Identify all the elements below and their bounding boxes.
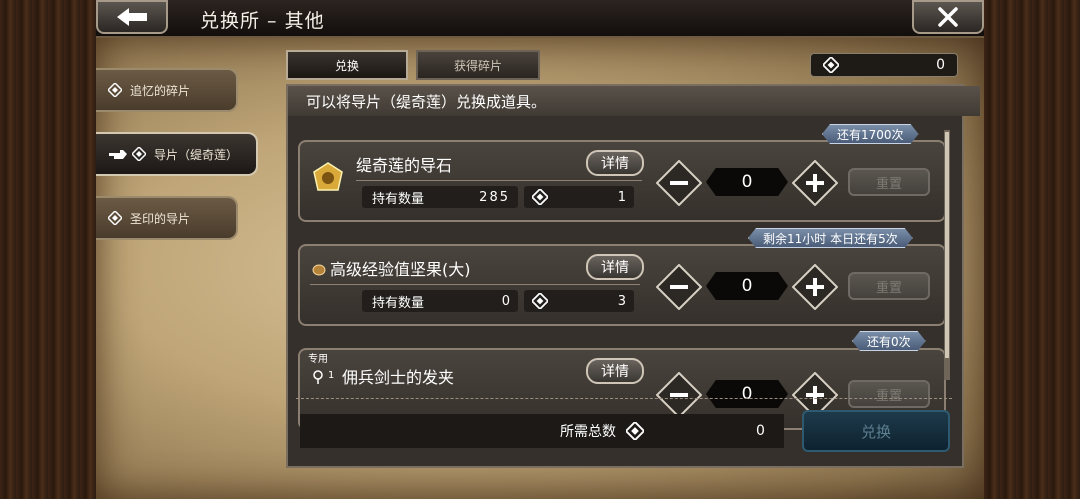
- reset-button[interactable]: 重置: [848, 380, 930, 408]
- divider: [310, 284, 640, 285]
- diamond-icon: [626, 422, 644, 440]
- held-value: 285: [479, 189, 510, 205]
- divider: [296, 398, 952, 399]
- exchange-button[interactable]: 兑换: [802, 410, 950, 452]
- list-item: 高级经验值坚果(大) 详情 持有数量 0 3 0 重置: [298, 244, 946, 326]
- minus-icon[interactable]: [656, 372, 702, 418]
- divider: [356, 180, 642, 181]
- scrollbar-thumb[interactable]: [945, 132, 949, 358]
- rank-value: 1: [328, 370, 335, 381]
- sidebar-item-label: 导片（缇奇莲）: [154, 147, 239, 162]
- limit-badge: 还有0次: [852, 331, 926, 351]
- detail-button[interactable]: 详情: [586, 254, 644, 280]
- sidebar-item-label: 圣印的导片: [130, 211, 191, 226]
- item-name: 佣兵剑士的发夹: [342, 368, 455, 387]
- diamond-icon: [532, 189, 548, 205]
- page-title: 兑换所 – 其他: [200, 10, 325, 32]
- held-count: 持有数量 0: [362, 290, 518, 312]
- cost-box: 1: [524, 186, 634, 208]
- reset-button[interactable]: 重置: [848, 272, 930, 300]
- list-item: 缇奇莲的导石 详情 持有数量 285 1 0 重置: [298, 140, 946, 222]
- quantity-stepper[interactable]: 0: [706, 380, 788, 408]
- back-arrow-icon: [117, 8, 147, 26]
- held-label: 持有数量: [372, 191, 425, 207]
- plus-icon[interactable]: [792, 264, 838, 310]
- reset-button[interactable]: 重置: [848, 168, 930, 196]
- currency-display: 0: [810, 53, 958, 77]
- currency-value: 0: [936, 57, 945, 73]
- cost-value: 1: [617, 189, 626, 205]
- detail-button[interactable]: 详情: [586, 150, 644, 176]
- diamond-icon: [823, 57, 839, 73]
- sidebar-item-seal-shards[interactable]: 圣印的导片: [96, 196, 238, 240]
- sidebar-item-tikilen-shards[interactable]: 导片（缇奇莲）: [96, 132, 258, 176]
- detail-button[interactable]: 详情: [586, 358, 644, 384]
- diamond-icon: [532, 293, 548, 309]
- plus-icon[interactable]: [792, 160, 838, 206]
- panel-description: 可以将导片（缇奇莲）兑换成道具。: [288, 86, 980, 116]
- hairpin-icon: [313, 370, 323, 384]
- total-value: 0: [756, 423, 765, 439]
- held-label: 持有数量: [372, 295, 425, 311]
- quantity-stepper[interactable]: 0: [706, 272, 788, 300]
- diamond-icon: [132, 147, 146, 161]
- minus-icon[interactable]: [656, 160, 702, 206]
- limit-badge: 还有1700次: [822, 124, 919, 144]
- limit-badge: 剩余11小时 本日还有5次: [748, 228, 913, 248]
- total-bar: 所需总数 0: [300, 414, 784, 448]
- cost-box: 3: [524, 290, 634, 312]
- nut-icon: [312, 264, 326, 276]
- close-button[interactable]: [912, 0, 984, 34]
- held-count: 持有数量 285: [362, 186, 518, 208]
- sidebar-item-memory-fragments[interactable]: 追忆的碎片: [96, 68, 238, 112]
- pointing-hand-icon: [109, 150, 127, 159]
- back-button[interactable]: [96, 0, 168, 34]
- cost-value: 3: [617, 293, 626, 309]
- exclusive-tag: 专用: [308, 354, 328, 365]
- held-value: 0: [501, 293, 510, 309]
- item-name: 高级经验值坚果(大): [330, 260, 471, 279]
- tab-exchange[interactable]: 兑换: [286, 50, 408, 80]
- diamond-icon: [108, 211, 122, 225]
- quantity-stepper[interactable]: 0: [706, 168, 788, 196]
- diamond-icon: [108, 83, 122, 97]
- item-name: 缇奇莲的导石: [356, 156, 453, 175]
- minus-icon[interactable]: [656, 264, 702, 310]
- total-label: 所需总数: [560, 424, 616, 440]
- sidebar-item-label: 追忆的碎片: [130, 83, 191, 98]
- close-icon: [938, 7, 958, 27]
- tab-obtain-shards[interactable]: 获得碎片: [416, 50, 540, 80]
- gold-stone-icon: [313, 162, 343, 191]
- right-wood-frame: [984, 0, 1080, 499]
- left-wood-frame: [0, 0, 96, 499]
